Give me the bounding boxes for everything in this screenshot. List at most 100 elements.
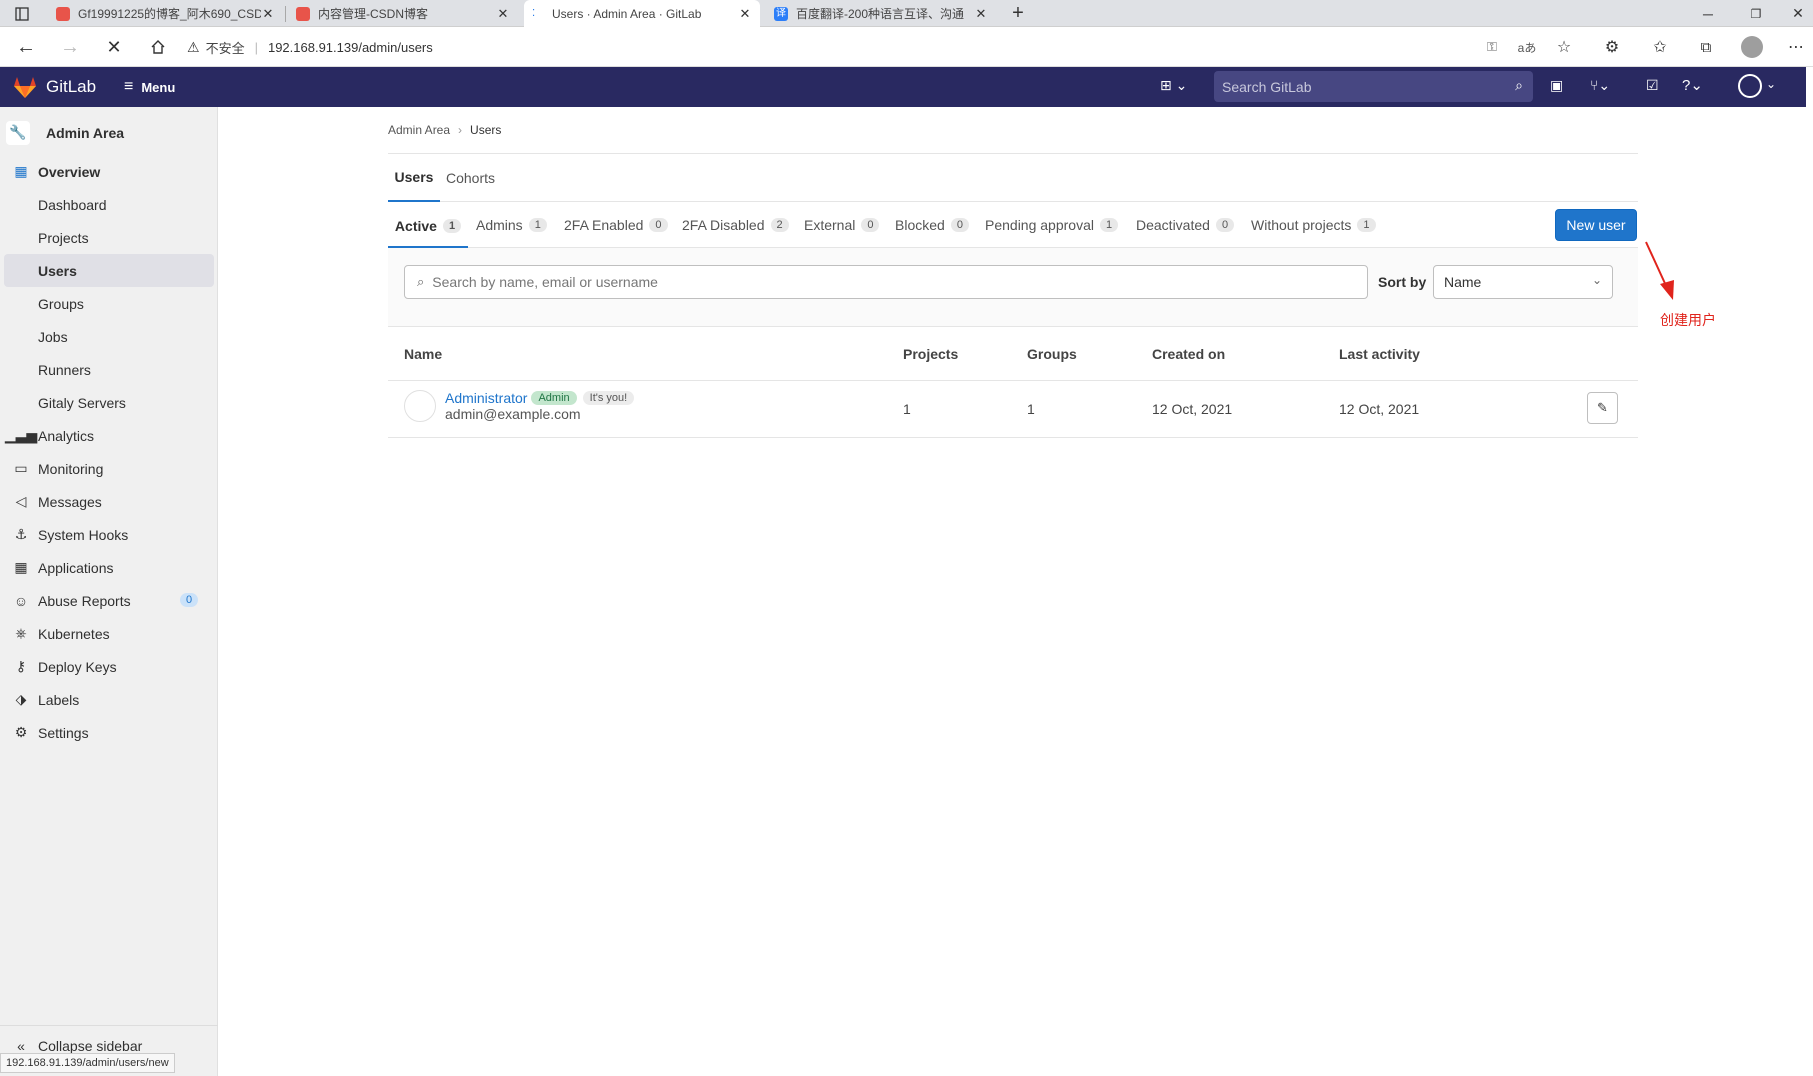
filter-external[interactable]: External 0	[804, 205, 880, 245]
restore-icon[interactable]: ❐	[1742, 0, 1770, 27]
create-new-icon[interactable]: ⊞ ⌄	[1160, 77, 1187, 94]
sidebar-item-abuse-reports[interactable]: ☺ Abuse Reports 0	[0, 584, 218, 617]
help-icon[interactable]: ?⌄	[1682, 76, 1703, 94]
read-aloud-icon[interactable]: aあ	[1515, 27, 1539, 67]
user-email: admin@example.com	[445, 406, 581, 422]
sidebar-item-messages[interactable]: ◁ Messages	[0, 485, 218, 518]
sidebar-item-gitaly-servers[interactable]: Gitaly Servers	[0, 386, 218, 419]
menu-button[interactable]: ≡ Menu	[124, 78, 175, 96]
sidebar-item-system-hooks[interactable]: ⚓ System Hooks	[0, 518, 218, 551]
tab-actions-icon[interactable]	[8, 0, 36, 27]
close-window-icon[interactable]: ✕	[1786, 0, 1810, 27]
annotation-text: 创建用户	[1660, 312, 1716, 328]
back-icon[interactable]: ←	[10, 27, 42, 67]
gitlab-logo-icon[interactable]	[12, 74, 38, 100]
sidebar-item-groups[interactable]: Groups	[0, 287, 218, 320]
overview-icon: ▦	[14, 163, 28, 179]
extensions-icon[interactable]: ⚙	[1598, 27, 1626, 67]
sidebar-item-analytics[interactable]: ▁▃▅ Analytics	[0, 419, 218, 452]
sidebar-item-runners[interactable]: Runners	[0, 353, 218, 386]
new-tab-icon[interactable]: +	[1004, 0, 1032, 27]
user-search-input[interactable]: ⌕ Search by name, email or username	[404, 265, 1368, 299]
favorite-add-icon[interactable]: ☆	[1550, 27, 1578, 67]
sidebar-item-jobs[interactable]: Jobs	[0, 320, 218, 353]
annotation-arrow-icon	[1645, 241, 1674, 300]
abuse-icon: ☺	[13, 592, 29, 609]
wrench-icon: 🔧	[6, 120, 30, 145]
projects-count: 1	[903, 401, 911, 417]
avatar[interactable]	[404, 390, 436, 422]
collections-icon[interactable]: ⧉	[1692, 27, 1720, 67]
sidebar-item-projects[interactable]: Projects	[0, 221, 218, 254]
sidebar-title[interactable]: 🔧 Admin Area	[0, 116, 218, 149]
minimize-icon[interactable]: ─	[1694, 0, 1722, 27]
home-icon[interactable]	[142, 27, 174, 67]
browser-tab[interactable]: 内容管理-CSDN博客 ✕	[288, 0, 518, 27]
translate-favicon-icon: 译	[774, 6, 788, 21]
profile-icon[interactable]	[1738, 27, 1766, 67]
browser-tab[interactable]: 译 百度翻译-200种语言互译、沟通 ✕	[766, 0, 996, 27]
filter-2fa-disabled[interactable]: 2FA Disabled 2	[682, 205, 789, 245]
filter-pending-approval[interactable]: Pending approval 1	[985, 205, 1119, 245]
tab-cohorts[interactable]: Cohorts	[446, 154, 495, 202]
breadcrumb-parent[interactable]: Admin Area	[388, 123, 450, 137]
its-you-badge: It's you!	[582, 391, 635, 405]
filter-admins[interactable]: Admins 1	[476, 205, 547, 245]
filter-active[interactable]: Active 1	[388, 205, 468, 248]
search-icon: ⌕	[417, 274, 425, 289]
loading-icon: ⁚	[532, 7, 536, 19]
issues-icon[interactable]: ▣	[1550, 77, 1563, 94]
warning-icon: ⚠	[187, 38, 200, 55]
key-icon: ⚷	[15, 658, 27, 674]
breadcrumb-current: Users	[470, 123, 502, 137]
todo-icon[interactable]: ☑	[1646, 77, 1659, 94]
user-name-link[interactable]: Administrator	[445, 390, 527, 406]
settings-icon: ⚙	[14, 724, 28, 740]
url-text[interactable]: 192.168.91.139/admin/users	[268, 40, 433, 55]
divider	[0, 1025, 218, 1026]
sidebar-item-kubernetes[interactable]: ⎈ Kubernetes	[0, 617, 218, 650]
filter-deactivated[interactable]: Deactivated 0	[1136, 205, 1235, 245]
filter-2fa-enabled[interactable]: 2FA Enabled 0	[564, 205, 668, 245]
top-tabs: Users Cohorts	[388, 154, 1638, 202]
sidebar-item-applications[interactable]: ▦ Applications	[0, 551, 218, 584]
megaphone-icon: ◁	[15, 493, 27, 509]
browser-tab-active[interactable]: ⁚ Users · Admin Area · GitLab ✕	[524, 0, 760, 27]
new-user-button[interactable]: New user	[1555, 209, 1637, 241]
sidebar-item-deploy-keys[interactable]: ⚷ Deploy Keys	[0, 650, 218, 683]
table-row: Administrator Admin It's you! admin@exam…	[388, 381, 1638, 438]
edit-user-button[interactable]: ✎	[1587, 392, 1618, 424]
favorites-icon[interactable]: ✩	[1646, 27, 1674, 67]
filter-blocked[interactable]: Blocked 0	[895, 205, 969, 245]
sidebar-item-overview[interactable]: ▦ Overview	[0, 155, 218, 188]
merge-requests-icon[interactable]: ⑂⌄	[1590, 77, 1610, 94]
csdn-favicon-icon	[56, 6, 70, 21]
security-label: 不安全	[205, 40, 245, 56]
browser-tab[interactable]: Gf19991225的博客_阿木690_CSD ✕	[48, 0, 283, 27]
sidebar-item-users[interactable]: Users	[4, 254, 214, 287]
forward-icon[interactable]: →	[54, 27, 86, 67]
tab-users[interactable]: Users	[388, 154, 440, 202]
column-header-last-activity: Last activity	[1339, 346, 1420, 362]
close-tab-icon[interactable]: ✕	[496, 6, 510, 22]
more-icon[interactable]: ⋯	[1782, 27, 1810, 67]
sidebar-item-monitoring[interactable]: ▭ Monitoring	[0, 452, 218, 485]
search-gitlab-input[interactable]: Search GitLab ⌕	[1214, 71, 1533, 102]
close-tab-icon[interactable]: ✕	[738, 6, 752, 22]
created-on-value: 12 Oct, 2021	[1152, 401, 1233, 417]
filter-without-projects[interactable]: Without projects 1	[1251, 205, 1376, 245]
key-icon[interactable]: ⚿	[1480, 27, 1504, 67]
address-bar[interactable]: ⚠ 不安全 | 192.168.91.139/admin/users	[187, 31, 1512, 63]
stop-loading-icon[interactable]: ✕	[98, 27, 130, 67]
groups-count: 1	[1027, 401, 1035, 417]
brand-name[interactable]: GitLab	[46, 77, 96, 97]
sort-select[interactable]: Name ⌄	[1433, 265, 1613, 299]
close-tab-icon[interactable]: ✕	[974, 6, 988, 22]
sidebar-item-dashboard[interactable]: Dashboard	[0, 188, 218, 221]
search-icon: ⌕	[1515, 77, 1523, 93]
sidebar-item-settings[interactable]: ⚙ Settings	[0, 716, 218, 749]
chevron-down-icon[interactable]: ⌄	[1766, 77, 1776, 91]
close-tab-icon[interactable]: ✕	[261, 6, 275, 22]
sidebar-item-labels[interactable]: ⬗ Labels	[0, 683, 218, 716]
user-avatar-icon[interactable]	[1738, 74, 1762, 98]
